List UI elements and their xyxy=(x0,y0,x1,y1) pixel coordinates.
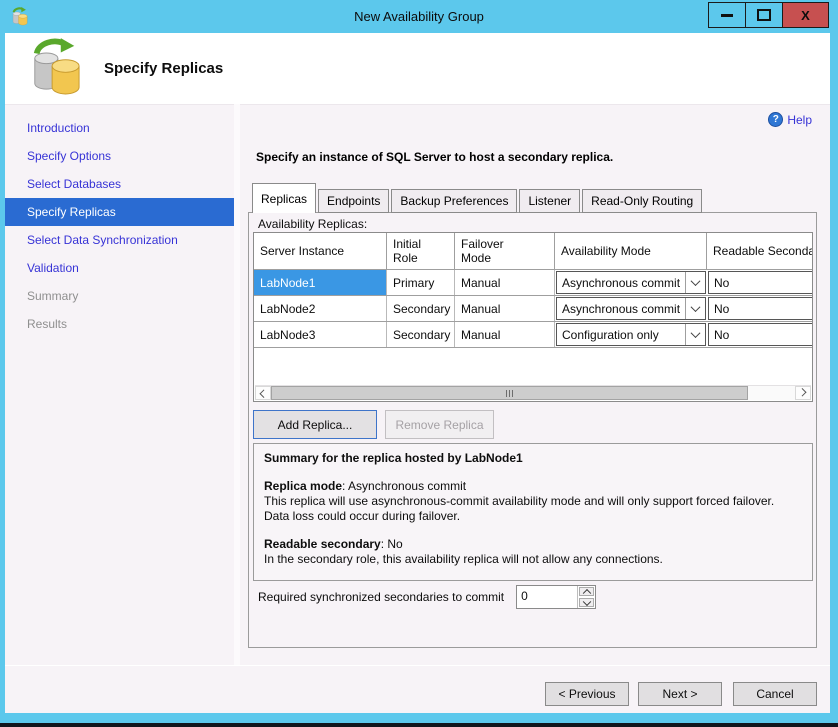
replica-mode-value: : Asynchronous commit xyxy=(342,479,466,493)
availability-mode-dropdown[interactable]: Asynchronous commit xyxy=(556,271,706,294)
previous-button[interactable]: < Previous xyxy=(545,682,629,706)
sidebar-item-specify-replicas[interactable]: Specify Replicas xyxy=(5,198,234,226)
availability-replicas-grid: Server Instance Initial Role Failover Mo… xyxy=(253,232,813,402)
replica-mode-description: This replica will use asynchronous-commi… xyxy=(264,494,802,524)
window-controls: X xyxy=(709,2,829,28)
column-header-availability-mode: Availability Mode xyxy=(555,233,707,269)
chevron-down-icon xyxy=(685,272,705,293)
cell-server-instance[interactable]: LabNode2 xyxy=(254,296,387,321)
readable-secondary-summary: Readable secondary: No In the secondary … xyxy=(264,537,802,567)
replica-databases-icon xyxy=(29,37,81,102)
replica-mode-summary: Replica mode: Asynchronous commit This r… xyxy=(264,479,802,524)
stepper-value[interactable]: 0 xyxy=(517,586,577,608)
availability-replicas-label: Availability Replicas: xyxy=(258,217,367,231)
table-row: LabNode2 Secondary Manual Asynchronous c… xyxy=(254,296,813,322)
horizontal-scrollbar[interactable] xyxy=(255,385,811,400)
required-secondaries-label: Required synchronized secondaries to com… xyxy=(258,590,504,604)
readable-secondary-label: Readable secondary xyxy=(264,537,381,551)
readable-secondary-dropdown[interactable]: No xyxy=(708,271,813,294)
tab-strip: Replicas Endpoints Backup Preferences Li… xyxy=(252,183,704,213)
stepper-down-button[interactable] xyxy=(579,598,594,607)
content-area: Introduction Specify Options Select Data… xyxy=(5,104,830,666)
wizard-header: Specify Replicas xyxy=(5,33,830,105)
cell-readable-secondary: No xyxy=(707,270,813,295)
availability-group-app-icon xyxy=(10,7,29,26)
help-label: Help xyxy=(787,113,812,127)
sidebar-item-specify-options[interactable]: Specify Options xyxy=(5,142,234,170)
required-secondaries-row: Required synchronized secondaries to com… xyxy=(258,585,596,609)
cell-failover-mode[interactable]: Manual xyxy=(455,270,555,295)
sidebar-item-select-data-synchronization[interactable]: Select Data Synchronization xyxy=(5,226,234,254)
grid-header-row: Server Instance Initial Role Failover Mo… xyxy=(254,233,813,270)
readable-secondary-dropdown[interactable]: No xyxy=(708,297,813,320)
cell-server-instance[interactable]: LabNode1 xyxy=(254,270,387,295)
sidebar-item-select-databases[interactable]: Select Databases xyxy=(5,170,234,198)
readable-secondary-value: : No xyxy=(381,537,403,551)
close-button[interactable]: X xyxy=(782,2,829,28)
tab-replicas[interactable]: Replicas xyxy=(252,183,316,213)
window-body: Specify Replicas Introduction Specify Op… xyxy=(5,33,830,713)
cell-availability-mode: Configuration only xyxy=(555,322,707,347)
scroll-left-button[interactable] xyxy=(255,386,271,400)
cell-server-instance[interactable]: LabNode3 xyxy=(254,322,387,347)
minimize-button[interactable] xyxy=(708,2,746,28)
remove-replica-button: Remove Replica xyxy=(385,410,494,439)
titlebar[interactable]: New Availability Group X xyxy=(0,0,838,33)
readable-secondary-description: In the secondary role, this availability… xyxy=(264,552,802,567)
stepper-up-button[interactable] xyxy=(579,587,594,596)
scrollbar-track[interactable] xyxy=(271,386,795,400)
cell-readable-secondary: No xyxy=(707,296,813,321)
wizard-window: New Availability Group X Specify Replica… xyxy=(0,0,838,723)
tab-backup-preferences[interactable]: Backup Preferences xyxy=(391,189,517,213)
cancel-button[interactable]: Cancel xyxy=(733,682,817,706)
replica-summary-box: Summary for the replica hosted by LabNod… xyxy=(253,443,813,581)
table-row: LabNode1 Primary Manual Asynchronous com… xyxy=(254,270,813,296)
add-replica-button[interactable]: Add Replica... xyxy=(253,410,377,439)
maximize-button[interactable] xyxy=(745,2,783,28)
wizard-footer: < Previous Next > Cancel xyxy=(5,665,830,713)
required-secondaries-stepper[interactable]: 0 xyxy=(516,585,596,609)
cell-failover-mode[interactable]: Manual xyxy=(455,296,555,321)
cell-initial-role[interactable]: Secondary xyxy=(387,296,455,321)
readable-secondary-dropdown[interactable]: No xyxy=(708,323,813,346)
help-link[interactable]: ? Help xyxy=(768,112,812,127)
table-row: LabNode3 Secondary Manual Configuration … xyxy=(254,322,813,348)
column-header-readable-secondary: Readable Secondary xyxy=(707,233,813,269)
chevron-down-icon xyxy=(685,298,705,319)
summary-title: Summary for the replica hosted by LabNod… xyxy=(264,451,802,466)
replicas-tab-panel: Availability Replicas: Server Instance I… xyxy=(248,212,817,648)
tab-listener[interactable]: Listener xyxy=(519,189,580,213)
tab-read-only-routing[interactable]: Read-Only Routing xyxy=(582,189,702,213)
tab-endpoints[interactable]: Endpoints xyxy=(318,189,389,213)
scrollbar-thumb[interactable] xyxy=(271,386,748,400)
maximize-icon xyxy=(757,9,771,21)
next-button[interactable]: Next > xyxy=(638,682,722,706)
cell-initial-role[interactable]: Secondary xyxy=(387,322,455,347)
main-pane: ? Help Specify an instance of SQL Server… xyxy=(240,104,830,666)
cell-availability-mode: Asynchronous commit xyxy=(555,296,707,321)
minimize-icon xyxy=(721,14,733,17)
cell-availability-mode: Asynchronous commit xyxy=(555,270,707,295)
chevron-down-icon xyxy=(685,324,705,345)
sidebar-item-results: Results xyxy=(5,310,234,338)
column-header-server-instance: Server Instance xyxy=(254,233,387,269)
cell-readable-secondary: No xyxy=(707,322,813,347)
cell-failover-mode[interactable]: Manual xyxy=(455,322,555,347)
instruction-text: Specify an instance of SQL Server to hos… xyxy=(256,150,613,164)
column-header-failover-mode: Failover Mode xyxy=(455,233,555,269)
close-icon: X xyxy=(801,8,810,23)
sidebar-item-introduction[interactable]: Introduction xyxy=(5,114,234,142)
sidebar-item-summary: Summary xyxy=(5,282,234,310)
sidebar-item-validation[interactable]: Validation xyxy=(5,254,234,282)
cell-initial-role[interactable]: Primary xyxy=(387,270,455,295)
page-title: Specify Replicas xyxy=(104,60,223,77)
wizard-steps-sidebar: Introduction Specify Options Select Data… xyxy=(5,104,234,666)
availability-mode-dropdown[interactable]: Asynchronous commit xyxy=(556,297,706,320)
availability-mode-dropdown[interactable]: Configuration only xyxy=(556,323,706,346)
scroll-right-button[interactable] xyxy=(795,386,811,400)
help-icon: ? xyxy=(768,112,783,127)
replica-mode-label: Replica mode xyxy=(264,479,342,493)
column-header-initial-role: Initial Role xyxy=(387,233,455,269)
